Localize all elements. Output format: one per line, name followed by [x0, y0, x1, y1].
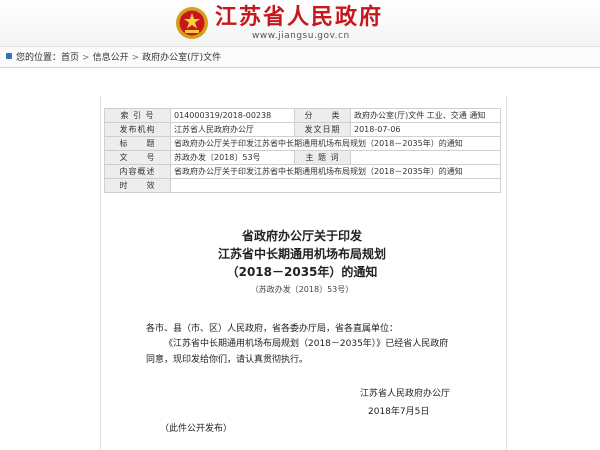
document-sign-date: 2018年7月5日 [368, 407, 430, 417]
category-value: 政府办公室(厅)文件 工业、交通 通知 [350, 108, 501, 123]
breadcrumb: 您的位置：首页 > 信息公开 > 政府办公室(厅)文件 [0, 47, 600, 68]
document-signer: 江苏省人民政府办公厅 [360, 389, 451, 399]
site-url[interactable]: www.jiangsu.gov.cn [252, 31, 350, 41]
table-row: 索 引 号 014000319/2018-00238 分 类 政府办公室(厅)文… [104, 108, 501, 123]
breadcrumb-prefix: 您的位置： [16, 53, 62, 63]
date-value: 2018-07-06 [350, 122, 501, 137]
table-row: 标 题 省政府办公厅关于印发江苏省中长期通用机场布局规划（2018－2035年）… [104, 136, 501, 151]
subject-label: 主 题 词 [294, 150, 351, 165]
table-row: 文 号 苏政办发〔2018〕53号 主 题 词 [104, 150, 501, 165]
index-label: 索 引 号 [104, 108, 171, 123]
docno-label: 文 号 [104, 150, 171, 165]
table-row: 发布机构 江苏省人民政府办公厅 发文日期 2018-07-06 [104, 122, 501, 137]
title-value: 省政府办公厅关于印发江苏省中长期通用机场布局规划（2018－2035年）的通知 [170, 136, 501, 151]
summary-label: 内容概述 [104, 164, 171, 179]
breadcrumb-info-public[interactable]: 信息公开 [93, 53, 129, 63]
national-emblem-icon [176, 7, 208, 39]
document-meta-table: 索 引 号 014000319/2018-00238 分 类 政府办公室(厅)文… [104, 108, 501, 193]
summary-value: 省政府办公厅关于印发江苏省中长期通用机场布局规划（2018－2035年）的通知 [170, 164, 501, 179]
breadcrumb-separator: > [82, 53, 90, 63]
breadcrumb-text: 您的位置：首页 > 信息公开 > 政府办公室(厅)文件 [16, 50, 221, 63]
document-title-line2: 江苏省中长期通用机场布局规划 [217, 247, 386, 261]
index-value: 014000319/2018-00238 [170, 108, 295, 123]
table-row: 时 效 [104, 178, 501, 193]
breadcrumb-separator: > [131, 53, 140, 63]
date-label: 发文日期 [294, 122, 351, 137]
document-number: （苏政办发〔2018〕53号） [250, 285, 354, 294]
breadcrumb-home[interactable]: 首页 [61, 53, 79, 63]
document-paragraph: 《江苏省中长期通用机场布局规划（2018－2035年）》已经省人民政府 [164, 339, 449, 349]
location-icon [6, 53, 12, 59]
timeliness-label: 时 效 [104, 178, 171, 193]
docno-value: 苏政办发〔2018〕53号 [170, 150, 295, 165]
document-title-line3: （2018－2035年）的通知 [226, 265, 378, 279]
table-row: 内容概述 省政府办公厅关于印发江苏省中长期通用机场布局规划（2018－2035年… [104, 164, 501, 179]
document-salutation: 各市、县（市、区）人民政府，省各委办厅局，省各直属单位： [146, 324, 399, 334]
issuer-label: 发布机构 [104, 122, 171, 137]
site-title[interactable]: 江苏省人民政府 [215, 6, 383, 30]
document-title-line1: 省政府办公厅关于印发 [241, 229, 362, 243]
breadcrumb-gov-files[interactable]: 政府办公室(厅)文件 [142, 53, 221, 63]
category-label: 分 类 [294, 108, 351, 123]
issuer-value: 江苏省人民政府办公厅 [170, 122, 295, 137]
document-publish-note: （此件公开发布） [160, 424, 233, 434]
site-header: 江苏省人民政府 www.jiangsu.gov.cn [0, 0, 600, 47]
subject-value [350, 150, 501, 165]
timeliness-value [170, 178, 501, 193]
title-label: 标 题 [104, 136, 171, 151]
document-paragraph-continued: 同意，现印发给你们，请认真贯彻执行。 [146, 355, 309, 365]
